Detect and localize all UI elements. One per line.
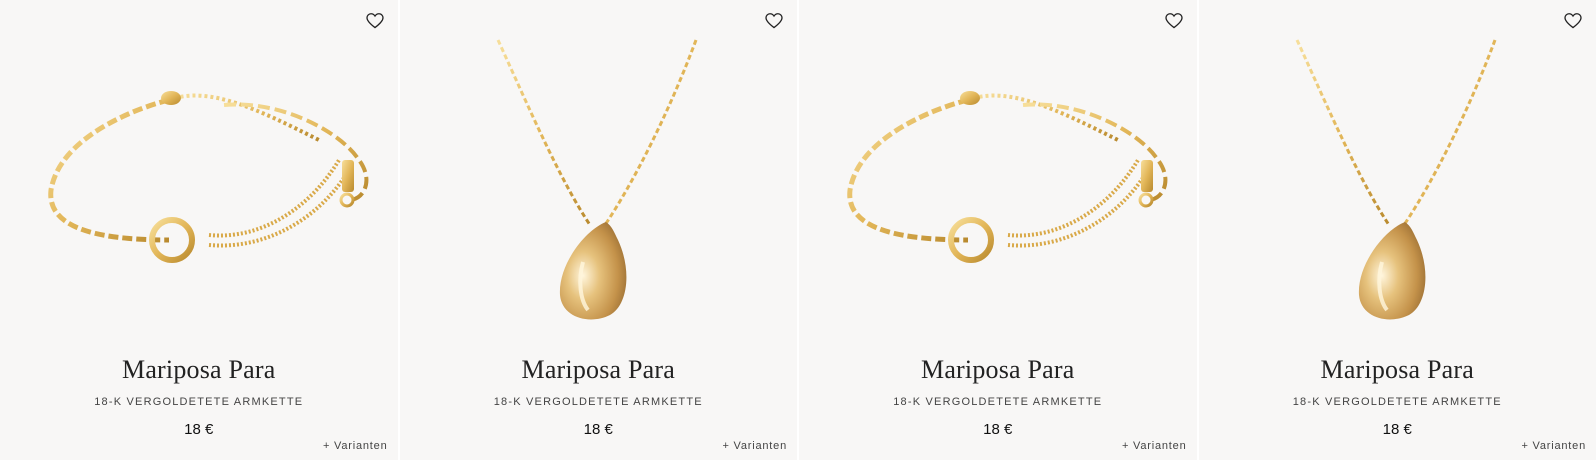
variants-link[interactable]: + Varianten [1521, 440, 1586, 452]
product-price: 18 € [583, 421, 613, 438]
product-card[interactable]: Mariposa Para 18-K VERGOLDETETE ARMKETTE… [799, 0, 1197, 460]
product-grid: Mariposa Para 18-K VERGOLDETETE ARMKETTE… [0, 0, 1596, 460]
bracelet-image [48, 91, 369, 263]
necklace-image [496, 39, 698, 320]
product-card[interactable]: Mariposa Para 18-K VERGOLDETETE ARMKETTE… [0, 0, 398, 460]
product-title[interactable]: Mariposa Para [400, 355, 798, 385]
product-card[interactable]: Mariposa Para 18-K VERGOLDETETE ARMKETTE… [1198, 0, 1596, 460]
product-image[interactable] [1199, 0, 1596, 340]
product-image[interactable] [0, 0, 398, 340]
variants-link[interactable]: + Varianten [1122, 440, 1187, 452]
product-price: 18 € [184, 421, 214, 438]
necklace-image [1295, 39, 1497, 320]
product-price: 18 € [1382, 421, 1412, 438]
product-title[interactable]: Mariposa Para [799, 355, 1197, 385]
product-price: 18 € [983, 421, 1013, 438]
product-subtitle: 18-K VERGOLDETETE ARMKETTE [94, 396, 304, 408]
product-image[interactable] [400, 0, 798, 340]
variants-link[interactable]: + Varianten [323, 440, 388, 452]
variants-link[interactable]: + Varianten [722, 440, 787, 452]
product-title[interactable]: Mariposa Para [0, 355, 398, 385]
product-title[interactable]: Mariposa Para [1199, 355, 1596, 385]
product-subtitle: 18-K VERGOLDETETE ARMKETTE [1292, 396, 1502, 408]
product-subtitle: 18-K VERGOLDETETE ARMKETTE [493, 396, 703, 408]
product-subtitle: 18-K VERGOLDETETE ARMKETTE [893, 396, 1103, 408]
product-card[interactable]: Mariposa Para 18-K VERGOLDETETE ARMKETTE… [399, 0, 798, 460]
bracelet-image [847, 91, 1168, 263]
product-image[interactable] [799, 0, 1197, 340]
